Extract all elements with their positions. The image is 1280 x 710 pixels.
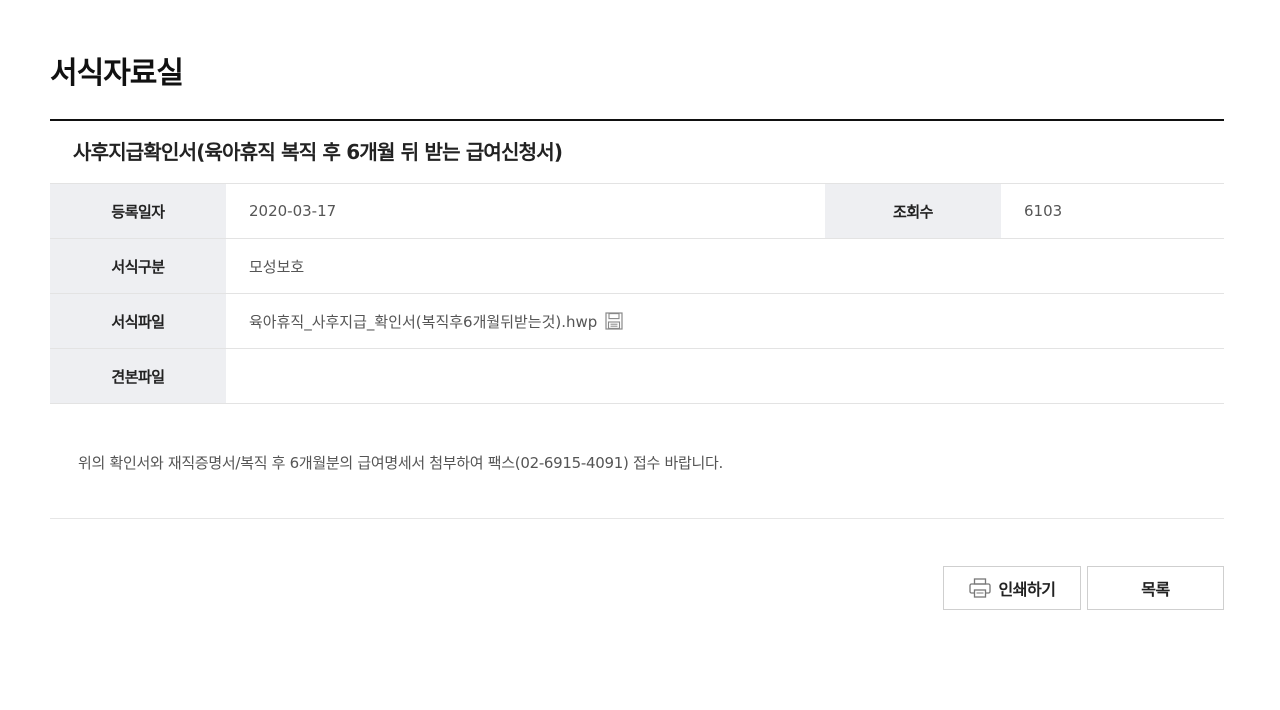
save-icon[interactable] (605, 312, 623, 330)
file-label: 서식파일 (50, 294, 226, 348)
file-cell: 육아휴직_사후지급_확인서(복직후6개월뒤받는것).hwp (226, 294, 1224, 348)
list-button[interactable]: 목록 (1087, 566, 1224, 610)
post-content: 위의 확인서와 재직증명서/복직 후 6개월분의 급여명세서 첨부하여 팩스(0… (50, 404, 1224, 519)
reg-date-value: 2020-03-17 (249, 202, 337, 220)
post-detail: 사후지급확인서(육아휴직 복직 후 6개월 뒤 받는 급여신청서) 등록일자 2… (50, 119, 1224, 519)
category-label: 서식구분 (50, 239, 226, 293)
sample-label: 견본파일 (50, 349, 226, 403)
info-row-date-views: 등록일자 2020-03-17 조회수 6103 (50, 184, 1224, 239)
page-title: 서식자료실 (50, 56, 184, 91)
print-button-label: 인쇄하기 (998, 580, 1056, 599)
info-row-category: 서식구분 모성보호 (50, 239, 1224, 294)
info-row-sample: 견본파일 (50, 349, 1224, 404)
views-value: 6103 (1024, 202, 1063, 220)
reg-date-label: 등록일자 (50, 184, 226, 238)
page: 서식자료실 사후지급확인서(육아휴직 복직 후 6개월 뒤 받는 급여신청서) … (0, 0, 1280, 710)
file-download-link[interactable]: 육아휴직_사후지급_확인서(복직후6개월뒤받는것).hwp (249, 311, 597, 332)
category-value: 모성보호 (249, 257, 305, 276)
print-button[interactable]: 인쇄하기 (943, 566, 1081, 610)
post-title: 사후지급확인서(육아휴직 복직 후 6개월 뒤 받는 급여신청서) (50, 121, 1224, 184)
sample-value (226, 349, 1224, 403)
button-area: 인쇄하기 목록 (943, 566, 1224, 610)
views-label: 조회수 (825, 184, 1001, 238)
info-row-file: 서식파일 육아휴직_사후지급_확인서(복직후6개월뒤받는것).hwp (50, 294, 1224, 349)
printer-icon (968, 578, 991, 598)
